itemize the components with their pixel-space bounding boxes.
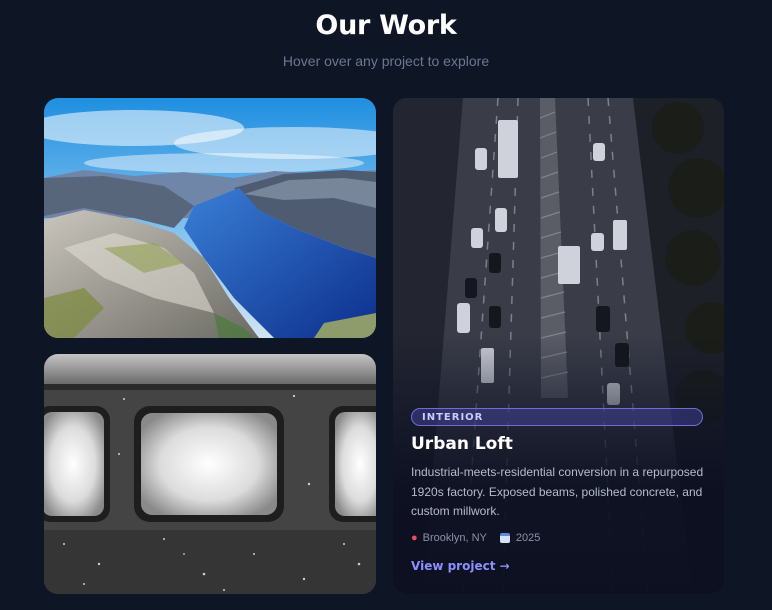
project-title: Urban Loft <box>411 434 513 454</box>
project-card-fjord[interactable] <box>44 98 376 338</box>
year-text: 2025 <box>515 532 541 544</box>
page-title: Our Work <box>315 10 457 41</box>
project-description: Industrial-meets-residential conversion … <box>411 465 704 518</box>
project-card-train[interactable] <box>44 354 376 594</box>
fjord-image <box>44 98 376 338</box>
view-project-link[interactable]: View project → <box>411 559 510 573</box>
project-meta: ● Brooklyn, NY 2025 <box>411 532 553 544</box>
project-location: ● Brooklyn, NY <box>411 532 487 544</box>
project-year: 2025 <box>499 532 541 544</box>
project-card-urban-loft[interactable]: INTERIOR Urban Loft Industrial-meets-res… <box>393 98 724 594</box>
page-subtitle: Hover over any project to explore <box>282 53 490 69</box>
train-window-image <box>44 354 376 594</box>
pin-icon: ● <box>411 532 418 544</box>
page: Our Work Hover over any project to explo… <box>0 0 772 610</box>
location-text: Brooklyn, NY <box>422 532 487 544</box>
calendar-icon <box>499 533 510 543</box>
category-badge: INTERIOR <box>411 408 703 426</box>
